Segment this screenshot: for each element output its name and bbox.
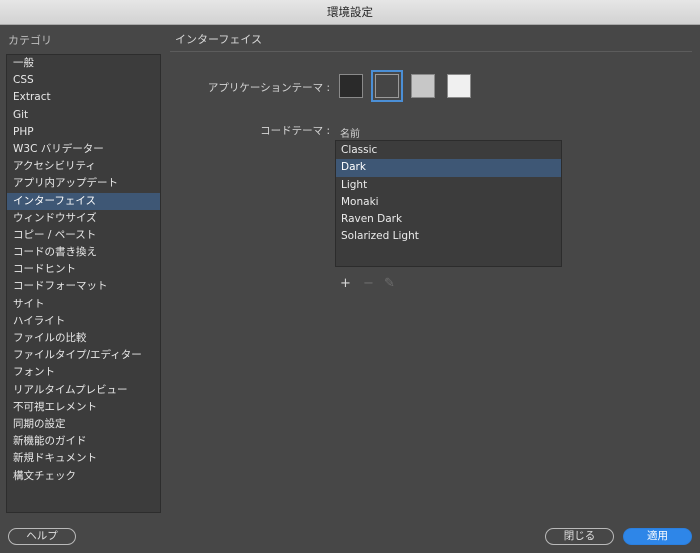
section-title: インターフェイス [175, 33, 263, 46]
sidebar-item[interactable]: コードの書き換え [7, 244, 160, 261]
code-theme-item[interactable]: Classic [336, 142, 561, 159]
sidebar-item[interactable]: リアルタイムプレビュー [7, 382, 160, 399]
theme-swatch-light[interactable] [411, 74, 435, 98]
section-divider [170, 51, 692, 52]
sidebar-item[interactable]: 一般 [7, 55, 160, 72]
add-theme-button[interactable]: + [340, 277, 351, 291]
sidebar-item[interactable]: ウィンドウサイズ [7, 210, 160, 227]
code-theme-item[interactable]: Raven Dark [336, 211, 561, 228]
window-title: 環境設定 [327, 5, 373, 19]
code-theme-item[interactable]: Monaki [336, 194, 561, 211]
sidebar-item[interactable]: ファイルの比較 [7, 330, 160, 347]
theme-swatch-darkest[interactable] [339, 74, 363, 98]
sidebar-item[interactable]: コードフォーマット [7, 278, 160, 295]
apply-button[interactable]: 適用 [623, 528, 692, 545]
code-theme-label: コードテーマ : [260, 125, 330, 137]
category-heading: カテゴリ [8, 34, 52, 47]
sidebar-item[interactable]: 新規ドキュメント [7, 450, 160, 467]
theme-swatch-dark[interactable] [371, 70, 403, 102]
sidebar-item[interactable]: 同期の設定 [7, 416, 160, 433]
sidebar-item[interactable]: 構文チェック [7, 468, 160, 485]
sidebar-item[interactable]: Extract [7, 89, 160, 106]
sidebar-item[interactable]: Git [7, 107, 160, 124]
close-button[interactable]: 閉じる [545, 528, 614, 545]
category-sidebar: 一般 CSS Extract Git PHP W3C バリデーター アクセシビリティ アプリ内… [6, 54, 161, 513]
sidebar-item[interactable]: W3C バリデーター [7, 141, 160, 158]
sidebar-item[interactable]: フォント [7, 364, 160, 381]
sidebar-item[interactable]: アクセシビリティ [7, 158, 160, 175]
edit-theme-button[interactable]: ✎ [384, 277, 395, 291]
sidebar-item[interactable]: ハイライト [7, 313, 160, 330]
code-theme-item[interactable]: Dark [336, 159, 561, 177]
sidebar-item[interactable]: 不可視エレメント [7, 399, 160, 416]
code-theme-item[interactable]: Solarized Light [336, 228, 561, 245]
category-list: 一般 CSS Extract Git PHP W3C バリデーター アクセシビリティ アプリ内… [7, 55, 160, 485]
preferences-window: 環境設定 カテゴリ 一般 CSS Extract Git PHP W3C バリデーター アク… [0, 0, 700, 553]
sidebar-item[interactable]: PHP [7, 124, 160, 141]
app-theme-label: アプリケーションテーマ : [207, 82, 330, 94]
code-theme-list[interactable]: Classic Dark Light Monaki Raven Dark Solarize… [335, 140, 562, 267]
window-titlebar[interactable]: 環境設定 [0, 0, 700, 25]
sidebar-item[interactable]: インターフェイス [7, 192, 160, 210]
remove-theme-button[interactable]: − [363, 277, 374, 291]
help-button[interactable]: ヘルプ [8, 528, 76, 545]
sidebar-item[interactable]: 新機能のガイド [7, 433, 160, 450]
sidebar-item[interactable]: アプリ内アップデート [7, 175, 160, 192]
theme-swatch-lightest[interactable] [447, 74, 471, 98]
sidebar-item[interactable]: コピー / ペースト [7, 227, 160, 244]
sidebar-item[interactable]: ファイルタイプ/エディター [7, 347, 160, 364]
code-theme-item[interactable]: Light [336, 177, 561, 194]
sidebar-item[interactable]: サイト [7, 296, 160, 313]
sidebar-item[interactable]: CSS [7, 72, 160, 89]
sidebar-item[interactable]: コードヒント [7, 261, 160, 278]
code-theme-column-header: 名前 [340, 129, 360, 140]
